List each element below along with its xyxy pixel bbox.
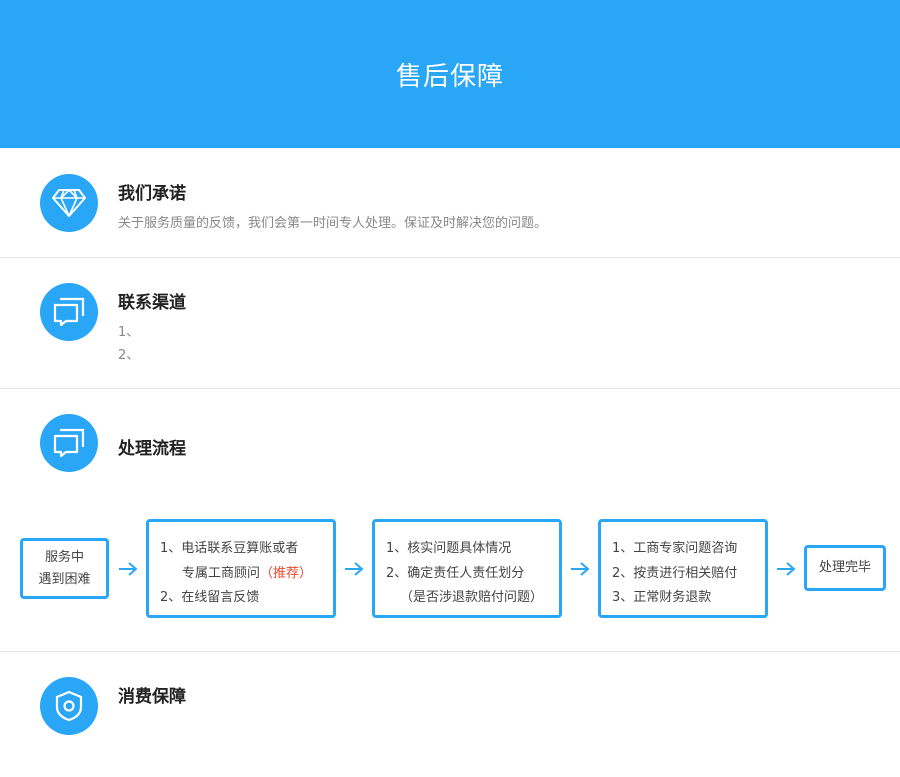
- arrow-right-icon: [777, 562, 796, 576]
- chat-icon-badge: [40, 414, 98, 472]
- page-title: 售后保障: [395, 61, 504, 92]
- diamond-icon: [52, 189, 86, 217]
- flow-step-1-line-2-text: 专属工商顾问: [182, 566, 261, 581]
- flow-step-1-line-1: 1、电话联系豆算账或者: [160, 541, 299, 556]
- divider: [0, 388, 900, 389]
- flow-step-2-line-2: 2、确定责任人责任划分: [386, 566, 525, 581]
- consumer-title: 消费保障: [118, 687, 186, 707]
- promise-description: 关于服务质量的反馈，我们会第一时间专人处理。保证及时解决您的问题。: [118, 216, 548, 231]
- contact-line-1: 1、: [118, 325, 140, 340]
- flow-step-3-line-1: 1、工商专家问题咨询: [612, 541, 738, 556]
- process-title: 处理流程: [118, 439, 186, 459]
- shield-icon: [55, 690, 83, 722]
- arrow-right-icon: [119, 562, 138, 576]
- flow-start-box: 服务中 遇到困难: [20, 538, 109, 599]
- flow-step-2-line-3: （是否涉退款赔付问题）: [400, 590, 544, 605]
- recommended-tag: （推荐）: [260, 566, 313, 581]
- contact-title: 联系渠道: [118, 293, 186, 313]
- diamond-icon-badge: [40, 174, 98, 232]
- arrow-right-icon: [571, 562, 590, 576]
- flow-start-line-2: 遇到困难: [38, 571, 91, 587]
- flow-end-label: 处理完毕: [818, 560, 871, 575]
- flow-step-3-line-2: 2、按责进行相关赔付: [612, 566, 738, 581]
- chat-icon-badge: [40, 283, 98, 341]
- divider: [0, 257, 900, 258]
- page-header: 售后保障: [0, 0, 900, 148]
- flow-end-box: 处理完毕: [804, 545, 886, 591]
- flow-step-2-box: 1、核实问题具体情况 2、确定责任人责任划分 （是否涉退款赔付问题）: [372, 519, 562, 618]
- flow-step-3-box: 1、工商专家问题咨询 2、按责进行相关赔付 3、正常财务退款: [598, 519, 768, 618]
- promise-title: 我们承诺: [118, 184, 186, 204]
- shield-icon-badge: [40, 677, 98, 735]
- chat-icon: [53, 428, 85, 458]
- flow-step-1-line-2: 专属工商顾问（推荐）: [182, 562, 312, 581]
- contact-line-2: 2、: [118, 348, 140, 363]
- flow-step-1-line-3: 2、在线留言反馈: [160, 590, 260, 605]
- arrow-right-icon: [345, 562, 364, 576]
- flow-step-2-line-1: 1、核实问题具体情况: [386, 541, 512, 556]
- divider: [0, 651, 900, 652]
- chat-icon: [53, 297, 85, 327]
- flow-start-line-1: 服务中: [44, 549, 84, 565]
- flow-step-3-line-3: 3、正常财务退款: [612, 590, 712, 605]
- flow-step-1-box: 1、电话联系豆算账或者 专属工商顾问（推荐） 2、在线留言反馈: [146, 519, 336, 618]
